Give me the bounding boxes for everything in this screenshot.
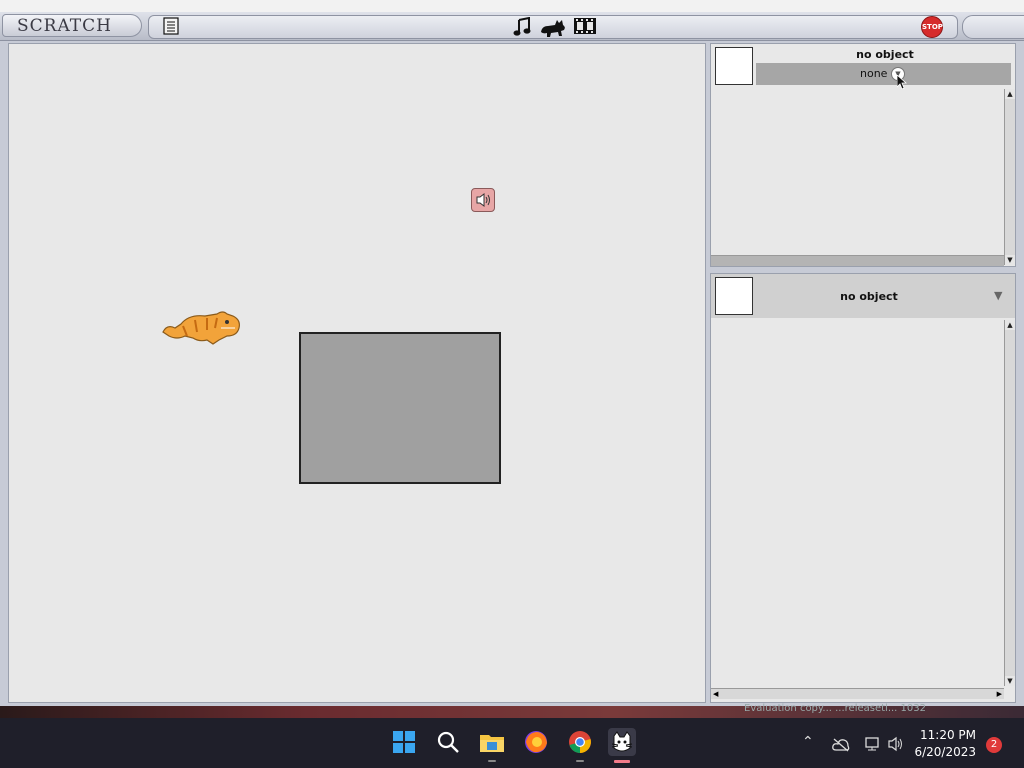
window-title-strip xyxy=(0,0,1024,12)
taskbar: ⌃ 11:20 PM 6/20/2023 2 xyxy=(0,718,1024,768)
window-controls-well xyxy=(962,15,1024,39)
search-icon[interactable] xyxy=(434,728,462,756)
object-thumbnail xyxy=(715,277,753,315)
scroll-down-icon[interactable]: ▼ xyxy=(1005,255,1015,265)
object-dropdown[interactable]: none ▼ xyxy=(756,63,1011,85)
gray-rectangle-sprite[interactable] xyxy=(299,332,501,484)
film-icon[interactable] xyxy=(573,17,597,38)
running-indicator xyxy=(576,760,584,762)
file-explorer-icon[interactable] xyxy=(478,728,506,756)
mouse-cursor-icon xyxy=(896,74,908,93)
object-title: no object xyxy=(856,48,914,61)
scroll-left-icon[interactable]: ◀ xyxy=(713,689,718,699)
notification-badge[interactable]: 2 xyxy=(986,737,1002,753)
scroll-up-icon[interactable]: ▲ xyxy=(1005,89,1015,99)
toolbar xyxy=(148,15,958,39)
menu-bar: SCRATCH STOP xyxy=(0,12,1024,41)
network-icon[interactable] xyxy=(864,736,880,756)
scratch-cat-app-icon[interactable] xyxy=(608,728,636,756)
firefox-icon[interactable] xyxy=(522,728,550,756)
cat-icon[interactable] xyxy=(539,16,567,41)
scratch-app-window: SCRATCH STOP no object none ▼ ▲ ▼ no obj… xyxy=(0,12,1024,706)
scratch-logo[interactable]: SCRATCH xyxy=(2,14,142,37)
speaker-icon[interactable] xyxy=(471,188,495,212)
object-title: no object xyxy=(840,290,898,303)
notes-icon[interactable] xyxy=(163,17,179,38)
running-indicator xyxy=(488,760,496,762)
clock-date[interactable]: 6/20/2023 xyxy=(914,745,976,759)
vertical-scrollbar[interactable]: ▲ ▼ xyxy=(1004,89,1015,265)
scroll-down-icon[interactable]: ▼ xyxy=(1005,676,1015,686)
object-info-pane: no object none ▼ ▲ ▼ xyxy=(710,43,1016,267)
cat-sprite[interactable] xyxy=(161,306,245,348)
stop-button[interactable]: STOP xyxy=(921,16,943,38)
horizontal-scrollbar[interactable]: ◀ ▶ xyxy=(711,688,1004,699)
dropdown-value: none xyxy=(860,67,888,80)
object-scripts-pane: no object ▼ ▲ ▼ ◀ ▶ xyxy=(710,273,1016,703)
object-thumbnail xyxy=(715,47,753,85)
chrome-icon[interactable] xyxy=(566,728,594,756)
evaluation-watermark: Evaluation copy... ...releasetl... 1032 xyxy=(744,703,926,714)
active-indicator xyxy=(614,760,630,763)
windows-start-icon[interactable] xyxy=(390,728,418,756)
vertical-scrollbar[interactable]: ▲ ▼ xyxy=(1004,320,1015,686)
scroll-right-icon[interactable]: ▶ xyxy=(997,689,1002,699)
chevron-up-icon[interactable]: ⌃ xyxy=(802,734,814,750)
stage[interactable] xyxy=(8,43,706,703)
music-note-icon[interactable] xyxy=(513,16,531,40)
scroll-up-icon[interactable]: ▲ xyxy=(1005,320,1015,330)
clock-time[interactable]: 11:20 PM xyxy=(920,728,976,742)
cloud-offline-icon[interactable] xyxy=(832,737,850,756)
chevron-down-icon[interactable]: ▼ xyxy=(994,289,1002,302)
volume-icon[interactable] xyxy=(887,736,905,756)
horizontal-scrollbar[interactable] xyxy=(711,255,1004,266)
